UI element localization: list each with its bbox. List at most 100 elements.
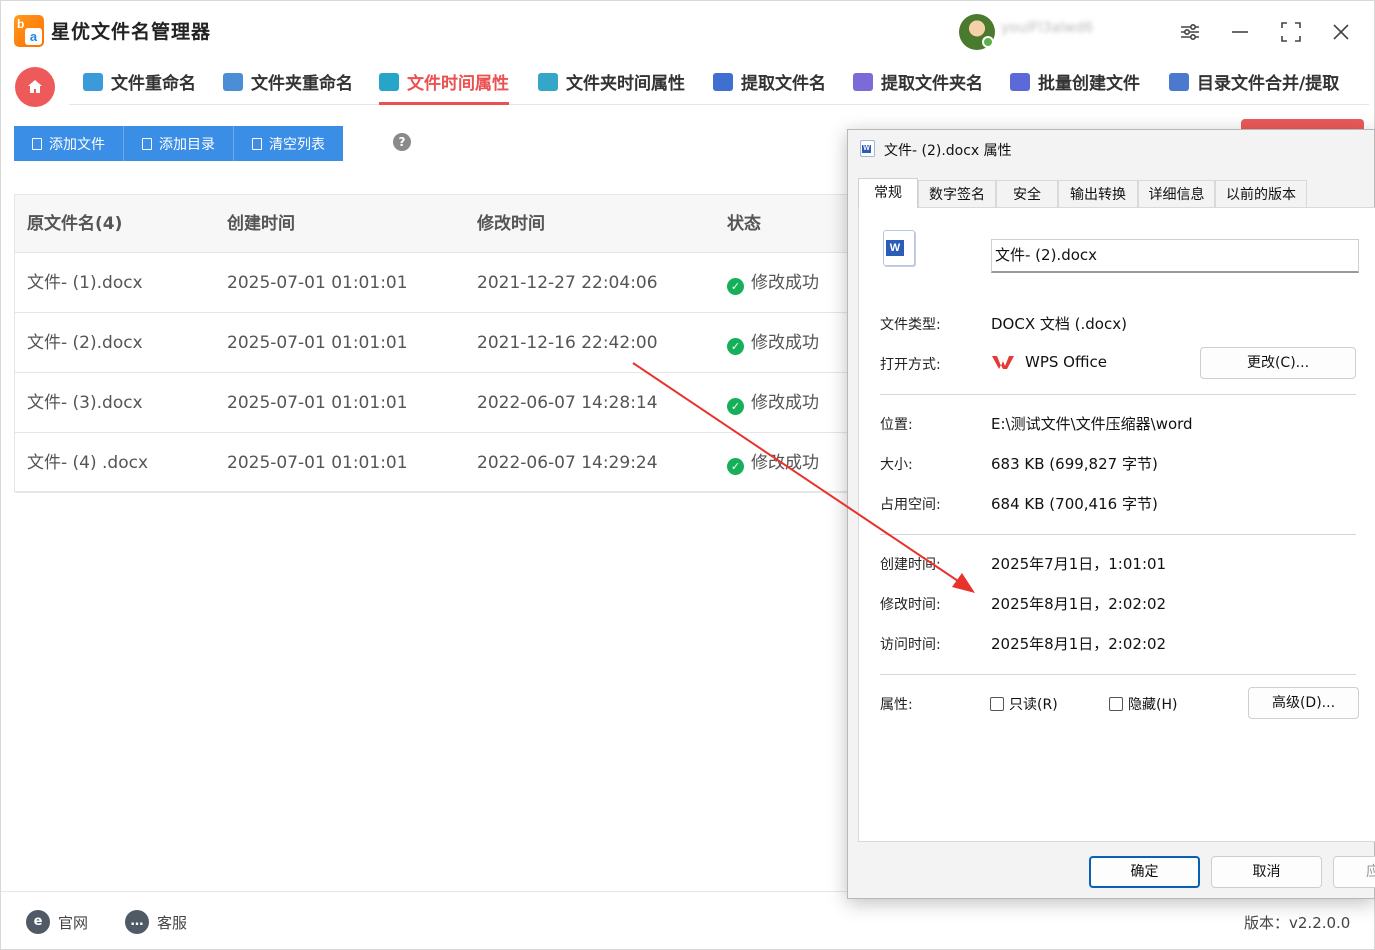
tab-general[interactable]: 常规 — [858, 178, 918, 208]
add-file-label: 添加文件 — [49, 136, 105, 153]
tab-security[interactable]: 安全 — [996, 180, 1058, 208]
disk-size-label: 占用空间: — [880, 497, 941, 513]
tab-label: 文件夹时间属性 — [566, 74, 685, 94]
open-with-label: 打开方式: — [880, 357, 941, 373]
ie-browser-icon: e — [26, 910, 50, 934]
cell-modified: 2021-12-27 22:04:06 — [477, 273, 658, 293]
readonly-checkbox[interactable]: 只读(R) — [990, 694, 1058, 714]
tab-digital-signatures[interactable]: 数字签名 — [918, 180, 996, 208]
table-row[interactable]: 文件- (1).docx 2025-07-01 01:01:01 2021-12… — [15, 253, 853, 313]
cell-created: 2025-07-01 01:01:01 — [227, 453, 408, 473]
tab-file-rename[interactable]: 文件重命名 — [83, 69, 196, 105]
cell-created: 2025-07-01 01:01:01 — [227, 273, 408, 293]
col-header-status[interactable]: 状态 — [727, 195, 761, 253]
app-title: 星优文件名管理器 — [51, 21, 212, 43]
tab-label: 文件时间属性 — [407, 74, 509, 94]
add-directory-button[interactable]: 添加目录 — [124, 126, 234, 161]
directory-merge-icon — [1169, 73, 1189, 91]
readonly-label: 只读(R) — [1009, 697, 1058, 713]
tab-label: 文件重命名 — [111, 74, 196, 94]
extract-folder-icon — [853, 73, 873, 91]
open-with-app: WPS Office — [1025, 353, 1107, 371]
tab-previous-versions[interactable]: 以前的版本 — [1215, 180, 1307, 208]
support-label: 客服 — [157, 913, 188, 932]
cell-modified: 2021-12-16 22:42:00 — [477, 333, 658, 353]
tab-directory-merge-extract[interactable]: 目录文件合并/提取 — [1169, 69, 1339, 105]
advanced-button[interactable]: 高级(D)... — [1248, 687, 1359, 719]
change-button[interactable]: 更改(C)... — [1200, 347, 1356, 379]
size-value: 683 KB (699,827 字节) — [991, 455, 1158, 473]
table-row[interactable]: 文件- (2).docx 2025-07-01 01:01:01 2021-12… — [15, 313, 853, 373]
created-label: 创建时间: — [880, 557, 941, 573]
success-check-icon: ✓ — [727, 338, 744, 355]
cell-modified: 2022-06-07 14:29:24 — [477, 453, 658, 473]
tab-label: 目录文件合并/提取 — [1197, 74, 1340, 94]
success-check-icon: ✓ — [727, 278, 744, 295]
tab-batch-create-files[interactable]: 批量创建文件 — [1010, 69, 1140, 105]
cell-created: 2025-07-01 01:01:01 — [227, 333, 408, 353]
maximize-icon[interactable] — [1274, 15, 1308, 49]
disk-size-value: 684 KB (700,416 字节) — [991, 495, 1158, 513]
tab-output-convert[interactable]: 输出转换 — [1058, 180, 1138, 208]
apply-button[interactable]: 应 — [1333, 856, 1375, 888]
add-file-button[interactable]: 添加文件 — [14, 126, 124, 161]
status-text: 修改成功 — [751, 333, 819, 353]
cell-filename: 文件- (3).docx — [27, 393, 143, 413]
file-type-label: 文件类型: — [880, 317, 941, 333]
support-link[interactable]: … 客服 — [125, 910, 187, 934]
tab-folder-time-attributes[interactable]: 文件夹时间属性 — [538, 69, 685, 105]
website-link[interactable]: e 官网 — [26, 910, 88, 934]
accessed-value: 2025年8月1日，2:02:02 — [991, 635, 1167, 653]
file-type-value: DOCX 文档 (.docx) — [991, 315, 1127, 333]
filename-field[interactable]: 文件- (2).docx — [991, 239, 1359, 273]
extract-file-icon — [713, 73, 733, 91]
divider — [880, 674, 1356, 675]
help-icon[interactable]: ? — [393, 133, 411, 151]
location-value: E:\测试文件\文件压缩器\word — [991, 415, 1193, 433]
chat-bubble-icon: … — [125, 910, 149, 934]
tab-label: 提取文件夹名 — [881, 74, 983, 94]
tab-folder-rename[interactable]: 文件夹重命名 — [223, 69, 353, 105]
minimize-icon[interactable] — [1223, 15, 1257, 49]
online-status-icon — [982, 36, 994, 48]
cancel-button[interactable]: 取消 — [1211, 856, 1322, 888]
toolbar: 添加文件 添加目录 清空列表 — [14, 126, 343, 161]
table-row[interactable]: 文件- (3).docx 2025-07-01 01:01:01 2022-06… — [15, 373, 853, 433]
success-check-icon: ✓ — [727, 398, 744, 415]
main-nav: 文件重命名 文件夹重命名 文件时间属性 文件夹时间属性 提取文件名 提取文件夹名… — [69, 61, 1369, 105]
status-text: 修改成功 — [751, 453, 819, 473]
settings-icon[interactable] — [1173, 15, 1207, 49]
table-row[interactable]: 文件- (4) .docx 2025-07-01 01:01:01 2022-0… — [15, 433, 853, 493]
tab-label: 提取文件名 — [741, 74, 826, 94]
word-file-icon: W — [883, 230, 915, 266]
ok-button[interactable]: 确定 — [1089, 856, 1200, 888]
col-header-filename[interactable]: 原文件名(4) — [27, 195, 122, 253]
clear-list-label: 清空列表 — [269, 136, 325, 153]
col-header-modified[interactable]: 修改时间 — [477, 195, 545, 253]
website-label: 官网 — [58, 913, 89, 932]
col-header-created[interactable]: 创建时间 — [227, 195, 295, 253]
general-panel: W 文件- (2).docx 文件类型: DOCX 文档 (.docx) 打开方… — [858, 207, 1375, 842]
file-icon — [32, 137, 42, 150]
tab-extract-filenames[interactable]: 提取文件名 — [713, 69, 826, 105]
tab-label: 文件夹重命名 — [251, 74, 353, 94]
attributes-label: 属性: — [880, 697, 913, 713]
home-button[interactable] — [15, 67, 55, 107]
title-bar: ba 星优文件名管理器 youlFl3alwd6 — [1, 1, 1375, 61]
close-icon[interactable] — [1324, 15, 1358, 49]
hidden-checkbox[interactable]: 隐藏(H) — [1109, 694, 1177, 714]
word-doc-icon: W — [860, 140, 875, 157]
tab-extract-foldernames[interactable]: 提取文件夹名 — [853, 69, 983, 105]
size-label: 大小: — [880, 457, 913, 473]
tab-details[interactable]: 详细信息 — [1138, 180, 1215, 208]
file-properties-dialog: W 文件- (2).docx 属性 常规 数字签名 安全 输出转换 详细信息 以… — [847, 129, 1375, 899]
add-directory-label: 添加目录 — [159, 136, 215, 153]
tab-file-time-attributes[interactable]: 文件时间属性 — [379, 69, 509, 105]
clear-list-button[interactable]: 清空列表 — [234, 126, 343, 161]
cell-filename: 文件- (2).docx — [27, 333, 143, 353]
cell-filename: 文件- (4) .docx — [27, 453, 149, 473]
username[interactable]: youlFl3alwd6 — [1001, 20, 1156, 42]
table-header: 原文件名(4) 创建时间 修改时间 状态 — [15, 195, 853, 253]
created-value: 2025年7月1日，1:01:01 — [991, 555, 1167, 573]
folder-rename-icon — [223, 73, 243, 91]
